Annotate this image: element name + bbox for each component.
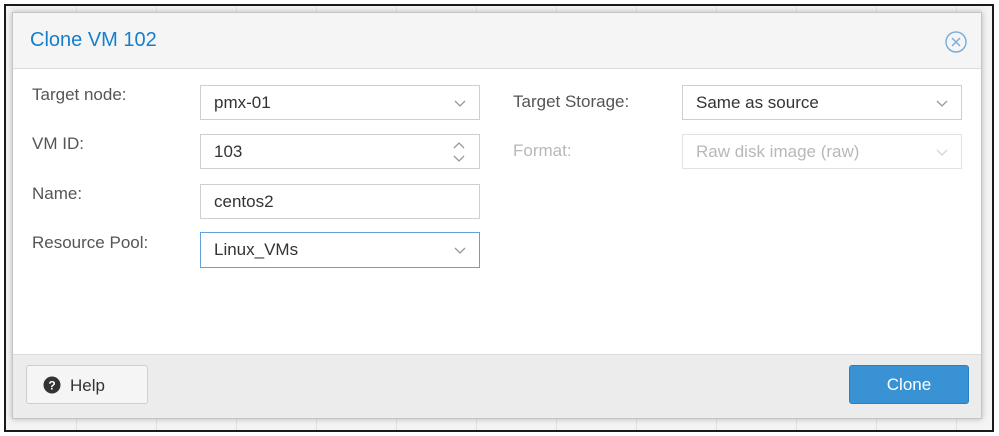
dialog-footer: ? Help Clone <box>13 354 981 418</box>
help-button[interactable]: ? Help <box>26 365 148 404</box>
target-storage-value: Same as source <box>696 93 819 112</box>
clone-button[interactable]: Clone <box>849 365 969 404</box>
format-label: Format: <box>513 141 572 160</box>
help-label: Help <box>70 376 105 395</box>
spinner-arrows-icon[interactable] <box>451 139 467 165</box>
format-select: Raw disk image (raw) <box>682 134 962 169</box>
dialog-header: Clone VM 102 <box>13 13 981 69</box>
vm-id-spinner[interactable]: 103 <box>200 134 480 169</box>
format-value: Raw disk image (raw) <box>696 142 860 161</box>
chevron-down-icon <box>454 100 466 107</box>
resource-pool-select[interactable]: Linux_VMs <box>200 232 480 268</box>
name-value: centos2 <box>214 192 274 211</box>
resource-pool-label: Resource Pool: <box>32 233 149 252</box>
target-storage-label: Target Storage: <box>513 92 630 111</box>
name-input[interactable]: centos2 <box>200 184 480 219</box>
chevron-down-icon <box>936 149 948 156</box>
name-label: Name: <box>32 184 83 203</box>
resource-pool-value: Linux_VMs <box>214 240 299 259</box>
svg-text:?: ? <box>48 379 55 393</box>
chevron-down-icon <box>936 100 948 107</box>
clone-vm-dialog: Clone VM 102 Target node: pmx-01 VM ID: … <box>12 12 982 419</box>
dialog-body: Target node: pmx-01 VM ID: 103 Name: cen… <box>13 70 981 354</box>
target-node-value: pmx-01 <box>214 93 271 112</box>
chevron-down-icon <box>454 247 466 254</box>
question-circle-icon: ? <box>43 376 61 394</box>
dialog-title: Clone VM 102 <box>30 29 157 51</box>
target-storage-select[interactable]: Same as source <box>682 85 962 120</box>
target-node-select[interactable]: pmx-01 <box>200 85 480 120</box>
target-node-label: Target node: <box>32 85 127 104</box>
vm-id-label: VM ID: <box>32 134 84 153</box>
close-icon[interactable] <box>944 30 968 54</box>
vm-id-value: 103 <box>214 142 243 161</box>
